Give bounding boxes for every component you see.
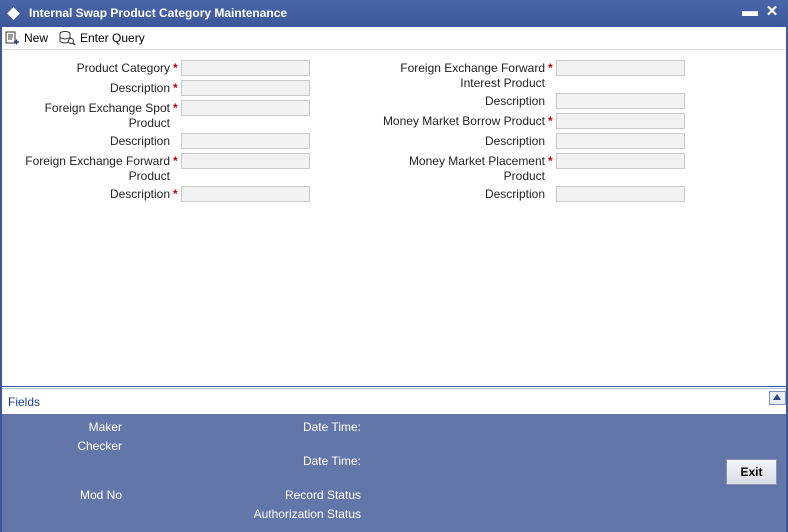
fx-forward-interest-input[interactable]: [556, 60, 685, 76]
authorization-status-label: Authorization Status: [253, 507, 361, 521]
required-marker: *: [548, 61, 553, 75]
minimize-button[interactable]: ▬: [741, 3, 759, 21]
title-bar: Internal Swap Product Category Maintenan…: [0, 0, 788, 28]
required-marker: *: [548, 154, 553, 168]
audit-footer: Maker Checker Mod No Date Time: Date Tim…: [2, 414, 786, 532]
new-button-label: New: [24, 30, 49, 45]
fx-forward-description-input[interactable]: [181, 186, 310, 202]
fx-forward-product-label-line2: Product: [128, 169, 170, 183]
toolbar: New Enter Query: [2, 27, 786, 50]
required-marker: *: [173, 81, 178, 95]
close-button[interactable]: ✕: [763, 3, 781, 21]
enter-query-icon: [59, 30, 76, 46]
required-marker: *: [173, 61, 178, 75]
window-title: Internal Swap Product Category Maintenan…: [29, 6, 288, 20]
mm-placement-product-label-line2: Product: [503, 169, 545, 183]
fx-spot-product-label-line1: Foreign Exchange Spot: [44, 101, 170, 115]
mm-borrow-description-input[interactable]: [556, 133, 685, 149]
exit-button[interactable]: Exit: [726, 459, 777, 485]
required-marker: *: [173, 154, 178, 168]
fields-link[interactable]: Fields: [8, 395, 40, 409]
diamond-icon: [7, 7, 20, 20]
checker-date-time-label: Date Time:: [302, 454, 361, 468]
mm-borrow-product-input[interactable]: [556, 113, 685, 129]
product-category-description-input[interactable]: [181, 80, 310, 96]
collapse-up-icon[interactable]: [769, 391, 786, 405]
description-label: Description: [484, 187, 545, 201]
fx-forward-interest-label-line1: Foreign Exchange Forward: [400, 61, 545, 75]
form-area: Product Category * Description * Foreign…: [2, 50, 786, 386]
description-label: Description: [484, 134, 545, 148]
fx-spot-product-input[interactable]: [181, 100, 310, 116]
fx-spot-product-label-line2: Product: [128, 116, 170, 130]
mod-no-label: Mod No: [79, 488, 122, 502]
fields-bar: Fields: [2, 388, 786, 414]
required-marker: *: [548, 114, 553, 128]
description-label: Description: [109, 134, 170, 148]
mm-placement-product-label-line1: Money Market Placement: [408, 154, 545, 168]
required-marker: *: [173, 101, 178, 115]
fx-forward-product-input[interactable]: [181, 153, 310, 169]
product-category-label: Product Category: [76, 61, 170, 75]
section-divider: [2, 386, 786, 387]
record-status-label: Record Status: [284, 488, 361, 502]
checker-label: Checker: [77, 439, 122, 453]
description-label: Description: [109, 81, 170, 95]
maker-label: Maker: [88, 420, 122, 434]
enter-query-button[interactable]: Enter Query: [58, 29, 145, 46]
description-label: Description: [484, 94, 545, 108]
new-document-icon: [5, 31, 19, 44]
mm-placement-description-input[interactable]: [556, 186, 685, 202]
product-category-input[interactable]: [181, 60, 310, 76]
enter-query-label: Enter Query: [80, 30, 145, 45]
new-button[interactable]: New: [4, 29, 48, 46]
fx-forward-product-label-line1: Foreign Exchange Forward: [25, 154, 170, 168]
mm-borrow-product-label: Money Market Borrow Product: [382, 114, 545, 128]
mm-placement-product-input[interactable]: [556, 153, 685, 169]
maker-date-time-label: Date Time:: [302, 420, 361, 434]
fx-forward-interest-label-line2: Interest Product: [460, 76, 545, 90]
required-marker: *: [173, 187, 178, 201]
description-label: Description: [109, 187, 170, 201]
fx-spot-description-input[interactable]: [181, 133, 310, 149]
fx-forward-interest-description-input[interactable]: [556, 93, 685, 109]
